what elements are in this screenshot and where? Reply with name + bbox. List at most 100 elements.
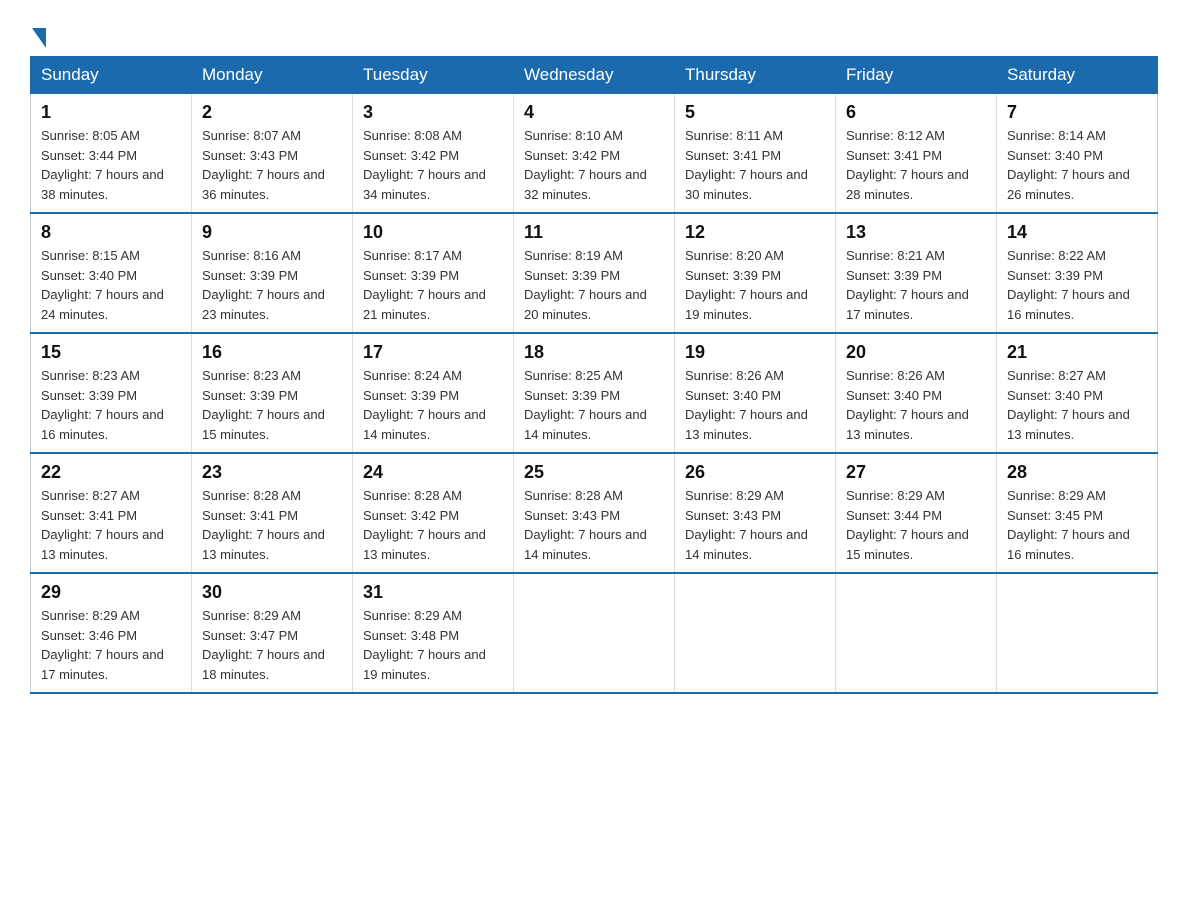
calendar-day-cell: 6 Sunrise: 8:12 AMSunset: 3:41 PMDayligh…: [836, 94, 997, 214]
calendar-day-cell: 25 Sunrise: 8:28 AMSunset: 3:43 PMDaylig…: [514, 453, 675, 573]
calendar-day-cell: 23 Sunrise: 8:28 AMSunset: 3:41 PMDaylig…: [192, 453, 353, 573]
calendar-day-cell: 26 Sunrise: 8:29 AMSunset: 3:43 PMDaylig…: [675, 453, 836, 573]
calendar-day-cell: 20 Sunrise: 8:26 AMSunset: 3:40 PMDaylig…: [836, 333, 997, 453]
weekday-header-monday: Monday: [192, 57, 353, 94]
day-number: 7: [1007, 102, 1147, 123]
day-info: Sunrise: 8:07 AMSunset: 3:43 PMDaylight:…: [202, 128, 325, 202]
day-info: Sunrise: 8:16 AMSunset: 3:39 PMDaylight:…: [202, 248, 325, 322]
day-info: Sunrise: 8:26 AMSunset: 3:40 PMDaylight:…: [685, 368, 808, 442]
day-number: 15: [41, 342, 181, 363]
calendar-day-cell: 8 Sunrise: 8:15 AMSunset: 3:40 PMDayligh…: [31, 213, 192, 333]
day-number: 9: [202, 222, 342, 243]
calendar-day-cell: 9 Sunrise: 8:16 AMSunset: 3:39 PMDayligh…: [192, 213, 353, 333]
day-info: Sunrise: 8:23 AMSunset: 3:39 PMDaylight:…: [41, 368, 164, 442]
day-number: 21: [1007, 342, 1147, 363]
weekday-header-thursday: Thursday: [675, 57, 836, 94]
calendar-day-cell: 28 Sunrise: 8:29 AMSunset: 3:45 PMDaylig…: [997, 453, 1158, 573]
calendar-day-cell: 24 Sunrise: 8:28 AMSunset: 3:42 PMDaylig…: [353, 453, 514, 573]
calendar-day-cell: 2 Sunrise: 8:07 AMSunset: 3:43 PMDayligh…: [192, 94, 353, 214]
day-number: 26: [685, 462, 825, 483]
day-info: Sunrise: 8:12 AMSunset: 3:41 PMDaylight:…: [846, 128, 969, 202]
weekday-header-saturday: Saturday: [997, 57, 1158, 94]
calendar-day-cell: 15 Sunrise: 8:23 AMSunset: 3:39 PMDaylig…: [31, 333, 192, 453]
calendar-day-cell: 3 Sunrise: 8:08 AMSunset: 3:42 PMDayligh…: [353, 94, 514, 214]
day-info: Sunrise: 8:14 AMSunset: 3:40 PMDaylight:…: [1007, 128, 1130, 202]
calendar-day-cell: [997, 573, 1158, 693]
day-number: 13: [846, 222, 986, 243]
calendar-day-cell: 5 Sunrise: 8:11 AMSunset: 3:41 PMDayligh…: [675, 94, 836, 214]
calendar-day-cell: 14 Sunrise: 8:22 AMSunset: 3:39 PMDaylig…: [997, 213, 1158, 333]
calendar-week-row: 1 Sunrise: 8:05 AMSunset: 3:44 PMDayligh…: [31, 94, 1158, 214]
calendar-day-cell: 21 Sunrise: 8:27 AMSunset: 3:40 PMDaylig…: [997, 333, 1158, 453]
day-info: Sunrise: 8:19 AMSunset: 3:39 PMDaylight:…: [524, 248, 647, 322]
calendar-day-cell: 11 Sunrise: 8:19 AMSunset: 3:39 PMDaylig…: [514, 213, 675, 333]
day-number: 19: [685, 342, 825, 363]
day-info: Sunrise: 8:25 AMSunset: 3:39 PMDaylight:…: [524, 368, 647, 442]
calendar-week-row: 8 Sunrise: 8:15 AMSunset: 3:40 PMDayligh…: [31, 213, 1158, 333]
day-info: Sunrise: 8:08 AMSunset: 3:42 PMDaylight:…: [363, 128, 486, 202]
calendar-day-cell: 22 Sunrise: 8:27 AMSunset: 3:41 PMDaylig…: [31, 453, 192, 573]
day-number: 20: [846, 342, 986, 363]
day-number: 23: [202, 462, 342, 483]
calendar-week-row: 29 Sunrise: 8:29 AMSunset: 3:46 PMDaylig…: [31, 573, 1158, 693]
day-number: 2: [202, 102, 342, 123]
day-number: 12: [685, 222, 825, 243]
logo: [30, 20, 48, 52]
day-number: 30: [202, 582, 342, 603]
day-number: 31: [363, 582, 503, 603]
day-info: Sunrise: 8:27 AMSunset: 3:41 PMDaylight:…: [41, 488, 164, 562]
day-number: 27: [846, 462, 986, 483]
day-info: Sunrise: 8:20 AMSunset: 3:39 PMDaylight:…: [685, 248, 808, 322]
calendar-day-cell: 7 Sunrise: 8:14 AMSunset: 3:40 PMDayligh…: [997, 94, 1158, 214]
day-info: Sunrise: 8:29 AMSunset: 3:46 PMDaylight:…: [41, 608, 164, 682]
day-number: 14: [1007, 222, 1147, 243]
calendar-day-cell: 31 Sunrise: 8:29 AMSunset: 3:48 PMDaylig…: [353, 573, 514, 693]
day-number: 10: [363, 222, 503, 243]
calendar-day-cell: [514, 573, 675, 693]
day-number: 28: [1007, 462, 1147, 483]
day-number: 1: [41, 102, 181, 123]
day-info: Sunrise: 8:05 AMSunset: 3:44 PMDaylight:…: [41, 128, 164, 202]
day-info: Sunrise: 8:28 AMSunset: 3:43 PMDaylight:…: [524, 488, 647, 562]
day-number: 3: [363, 102, 503, 123]
calendar-day-cell: 13 Sunrise: 8:21 AMSunset: 3:39 PMDaylig…: [836, 213, 997, 333]
weekday-header-tuesday: Tuesday: [353, 57, 514, 94]
calendar-day-cell: 17 Sunrise: 8:24 AMSunset: 3:39 PMDaylig…: [353, 333, 514, 453]
day-info: Sunrise: 8:15 AMSunset: 3:40 PMDaylight:…: [41, 248, 164, 322]
day-info: Sunrise: 8:17 AMSunset: 3:39 PMDaylight:…: [363, 248, 486, 322]
day-info: Sunrise: 8:29 AMSunset: 3:48 PMDaylight:…: [363, 608, 486, 682]
day-info: Sunrise: 8:29 AMSunset: 3:44 PMDaylight:…: [846, 488, 969, 562]
logo-arrow-icon: [32, 28, 46, 48]
day-number: 25: [524, 462, 664, 483]
page-header: [30, 20, 1158, 46]
calendar-day-cell: 4 Sunrise: 8:10 AMSunset: 3:42 PMDayligh…: [514, 94, 675, 214]
day-info: Sunrise: 8:28 AMSunset: 3:41 PMDaylight:…: [202, 488, 325, 562]
calendar-day-cell: 18 Sunrise: 8:25 AMSunset: 3:39 PMDaylig…: [514, 333, 675, 453]
day-info: Sunrise: 8:23 AMSunset: 3:39 PMDaylight:…: [202, 368, 325, 442]
calendar-day-cell: 29 Sunrise: 8:29 AMSunset: 3:46 PMDaylig…: [31, 573, 192, 693]
day-number: 5: [685, 102, 825, 123]
day-number: 6: [846, 102, 986, 123]
day-info: Sunrise: 8:10 AMSunset: 3:42 PMDaylight:…: [524, 128, 647, 202]
day-info: Sunrise: 8:29 AMSunset: 3:45 PMDaylight:…: [1007, 488, 1130, 562]
day-info: Sunrise: 8:22 AMSunset: 3:39 PMDaylight:…: [1007, 248, 1130, 322]
day-info: Sunrise: 8:29 AMSunset: 3:43 PMDaylight:…: [685, 488, 808, 562]
calendar-day-cell: 16 Sunrise: 8:23 AMSunset: 3:39 PMDaylig…: [192, 333, 353, 453]
logo-area: [30, 20, 48, 46]
calendar-table: SundayMondayTuesdayWednesdayThursdayFrid…: [30, 56, 1158, 694]
calendar-day-cell: [675, 573, 836, 693]
calendar-day-cell: 12 Sunrise: 8:20 AMSunset: 3:39 PMDaylig…: [675, 213, 836, 333]
day-info: Sunrise: 8:21 AMSunset: 3:39 PMDaylight:…: [846, 248, 969, 322]
day-number: 17: [363, 342, 503, 363]
calendar-day-cell: 1 Sunrise: 8:05 AMSunset: 3:44 PMDayligh…: [31, 94, 192, 214]
day-info: Sunrise: 8:28 AMSunset: 3:42 PMDaylight:…: [363, 488, 486, 562]
day-number: 8: [41, 222, 181, 243]
calendar-week-row: 15 Sunrise: 8:23 AMSunset: 3:39 PMDaylig…: [31, 333, 1158, 453]
day-info: Sunrise: 8:24 AMSunset: 3:39 PMDaylight:…: [363, 368, 486, 442]
calendar-day-cell: 10 Sunrise: 8:17 AMSunset: 3:39 PMDaylig…: [353, 213, 514, 333]
day-number: 16: [202, 342, 342, 363]
day-info: Sunrise: 8:27 AMSunset: 3:40 PMDaylight:…: [1007, 368, 1130, 442]
weekday-header-wednesday: Wednesday: [514, 57, 675, 94]
day-number: 4: [524, 102, 664, 123]
calendar-week-row: 22 Sunrise: 8:27 AMSunset: 3:41 PMDaylig…: [31, 453, 1158, 573]
